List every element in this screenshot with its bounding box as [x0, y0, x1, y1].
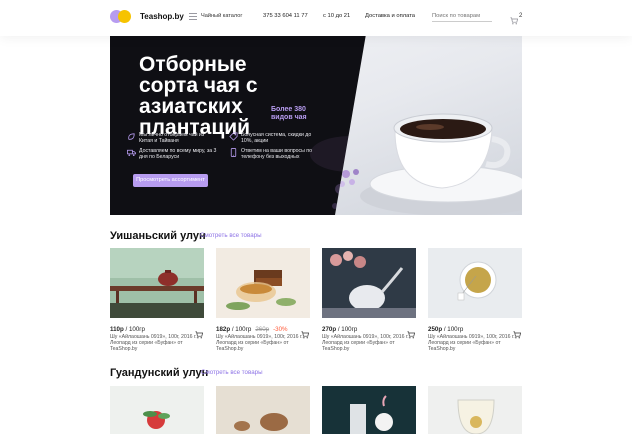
view-assortment-button[interactable]: Просмотреть ассортимент [133, 174, 208, 187]
product-image[interactable] [428, 386, 522, 434]
product-price: 250р / 100гр [428, 326, 464, 333]
product-description[interactable]: Шу «Айлаошань 0919», 100г, 2016 г. Леопа… [428, 334, 520, 353]
product-image[interactable] [110, 248, 204, 318]
brand-name[interactable]: Teashop.by [140, 12, 184, 21]
product-image[interactable] [216, 386, 310, 434]
product-image[interactable] [216, 248, 310, 318]
cart-count[interactable]: 2 [519, 13, 522, 19]
product-price: 270р / 100гр [322, 326, 358, 333]
add-to-cart-icon[interactable] [407, 326, 416, 339]
tea-leaf-icon [127, 132, 136, 141]
hero-banner: Отборные сорта чая с азиатских плантаций… [110, 34, 522, 215]
discount-badge: -30% [273, 326, 288, 333]
delivery-link[interactable]: Доставка и оплата [365, 13, 415, 19]
catalog-link[interactable]: Чайный каталог [201, 13, 242, 19]
product-image[interactable] [110, 386, 204, 434]
product-image[interactable] [428, 248, 522, 318]
see-all-link[interactable]: Смотреть все товары [201, 369, 263, 376]
product-image[interactable] [322, 248, 416, 318]
section-title: Уишаньский улун [110, 230, 206, 242]
product-description[interactable]: Шу «Айлаошань 0919», 100г, 2016 г. Леопа… [322, 334, 414, 353]
menu-icon[interactable] [189, 13, 197, 20]
product-price: 110р / 100гр [110, 326, 145, 333]
add-to-cart-icon[interactable] [301, 326, 310, 339]
discount-tag-icon [229, 132, 238, 141]
phone-icon [229, 148, 238, 157]
feature-item: Ответим на ваши вопросы по телефону без … [230, 148, 321, 161]
truck-icon [127, 148, 136, 157]
feature-item: Бонусная система, скидки до 10%, акции [229, 132, 321, 145]
product-price: 182р / 100гр 260р -30% [216, 326, 288, 333]
hero-subtitle: Более 380 видов чая [271, 106, 307, 121]
hero-title: Отборные сорта чая с азиатских плантаций [139, 53, 258, 139]
add-to-cart-icon[interactable] [513, 326, 522, 339]
site-header: Teashop.by Чайный каталог 375 33 604 11 … [0, 0, 632, 36]
product-description[interactable]: Шу «Айлаошань 0919», 100г, 2016 г. Леопа… [110, 334, 202, 353]
logo[interactable] [110, 8, 132, 24]
working-hours: с 10 до 21 [323, 13, 351, 19]
old-price: 260р [255, 326, 270, 333]
phone-number[interactable]: 375 33 604 11 77 [263, 13, 308, 19]
see-all-link[interactable]: Смотреть все товары [200, 232, 262, 239]
product-image[interactable] [322, 386, 416, 434]
product-description[interactable]: Шу «Айлаошань 0919», 100г, 2016 г. Леопа… [216, 334, 308, 353]
feature-item: Мы лично отбираем чай из Китая и Тайваня [128, 132, 217, 145]
feature-item: Доставляем по всему миру, за 3 дня по Бе… [127, 148, 217, 161]
section-title: Гуандунский улун [110, 367, 209, 379]
add-to-cart-icon[interactable] [195, 326, 204, 339]
search-input[interactable] [432, 11, 492, 22]
